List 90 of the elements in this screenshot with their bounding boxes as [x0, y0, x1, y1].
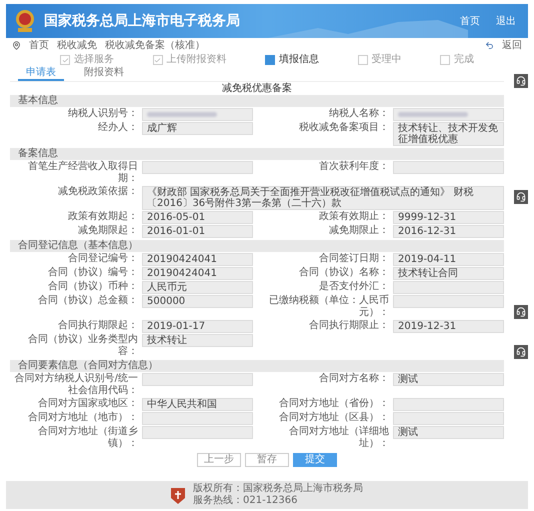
field-label: 合同对方纳税人识别号/统一社会信用代码： — [14, 373, 138, 397]
input-field[interactable]: 20190424041 — [142, 267, 253, 280]
field-label: 合同对方地址（街道乡镇）： — [37, 426, 138, 450]
field-label: 首次获利年度： — [318, 161, 389, 173]
support-button[interactable] — [514, 74, 528, 88]
field-label: 首笔生产经营收入取得日期： — [27, 161, 138, 185]
input-field[interactable]: 测试 — [393, 373, 504, 386]
input-field[interactable] — [393, 295, 504, 308]
field-label: 合同对方地址（地市）： — [27, 412, 138, 424]
field-label: 合同签订日期： — [318, 253, 389, 265]
section-header: 合同要素信息（合同对方信息） — [10, 360, 504, 372]
step-label: 选择服务 — [74, 54, 114, 66]
input-field[interactable] — [142, 412, 253, 425]
support-button[interactable] — [514, 190, 528, 204]
footer-text: 版权所有：国家税务总局上海市税务局 — [193, 483, 363, 494]
field-label: 合同执行期限起： — [57, 320, 138, 332]
step-label: 完成 — [454, 54, 474, 66]
site-title: 国家税务总局上海市电子税务局 — [44, 12, 240, 30]
section-header: 基本信息 — [10, 95, 504, 107]
input-field[interactable]: 2016-12-31 — [393, 225, 504, 238]
field-label: 合同执行期限止： — [308, 320, 389, 332]
input-field[interactable] — [393, 161, 504, 174]
input-field[interactable]: 技术转让 — [142, 334, 253, 347]
input-field[interactable] — [142, 373, 253, 386]
redacted-value-icon — [147, 112, 217, 117]
breadcrumb-link[interactable]: 首页 — [29, 40, 49, 52]
input-field[interactable]: 中华人民共和国 — [142, 398, 253, 411]
field-label: 合同对方地址（详细地址）： — [288, 426, 389, 450]
back-icon — [485, 41, 494, 50]
input-field[interactable] — [393, 412, 504, 425]
field-label: 合同（协议）业务类型内容： — [27, 334, 138, 358]
field-label: 合同（协议）币种： — [47, 281, 138, 293]
back-link[interactable]: 返回 — [502, 40, 522, 52]
input-field[interactable]: 20190424041 — [142, 253, 253, 266]
input-field[interactable] — [142, 426, 253, 439]
field-label: 合同对方国家或地区： — [37, 398, 138, 410]
support-button[interactable] — [514, 305, 528, 319]
field-label: 减免税政策依据： — [57, 186, 138, 198]
input-field[interactable]: 成广辉 — [142, 122, 253, 135]
form-title: 减免税优惠备案 — [221, 82, 293, 95]
field-label: 政策有效期起： — [67, 211, 138, 223]
field-label: 已缴纳税额（单位：人民币元）： — [268, 295, 389, 319]
support-button[interactable] — [514, 345, 528, 359]
input-field[interactable] — [142, 108, 253, 121]
input-field[interactable]: 技术转让合同 — [393, 267, 504, 280]
field-label: 减免期限止： — [328, 225, 389, 237]
step-label: 填报信息 — [279, 54, 319, 66]
input-field[interactable]: 2016-01-01 — [142, 225, 253, 238]
input-field[interactable]: 《财政部 国家税务总局关于全面推开营业税改征增值税试点的通知》 财税〔2016〕36号附件3第一条第（二十六）款 — [142, 186, 504, 210]
field-label: 纳税人识别号： — [67, 108, 138, 120]
step-label: 受理中 — [372, 54, 402, 66]
form-button[interactable]: 上一步 — [197, 453, 241, 467]
field-label: 合同对方地址（省份）： — [278, 398, 389, 410]
input-field[interactable] — [393, 281, 504, 294]
input-field[interactable]: 2019-12-31 — [393, 320, 504, 333]
redacted-value-icon — [398, 112, 468, 117]
section-header: 合同登记信息（基本信息） — [10, 240, 504, 252]
input-field[interactable] — [393, 108, 504, 121]
location-icon — [12, 41, 21, 50]
field-label: 政策有效期止： — [318, 211, 389, 223]
tab[interactable]: 附报资料 — [76, 67, 132, 81]
emblem-icon — [14, 9, 36, 33]
field-label: 是否支付外汇： — [318, 281, 389, 293]
breadcrumb-link[interactable]: 税收减免备案（核准） — [105, 40, 205, 52]
form-button[interactable]: 暂存 — [245, 453, 289, 467]
shield-emblem-icon — [171, 486, 185, 504]
input-field[interactable]: 500000 — [142, 295, 253, 308]
field-label: 合同（协议）名称： — [298, 267, 389, 279]
input-field[interactable]: 人民币元 — [142, 281, 253, 294]
input-field[interactable]: 测试 — [393, 426, 504, 439]
field-label: 合同（协议）编号： — [47, 267, 138, 279]
input-field[interactable] — [393, 398, 504, 411]
field-label: 合同对方地址（区县）： — [278, 412, 389, 424]
field-label: 减免期限起： — [77, 225, 138, 237]
footer-text: 服务热线：021-12366 — [193, 495, 299, 507]
field-label: 纳税人名称： — [328, 108, 389, 120]
field-label: 合同对方名称： — [318, 373, 389, 385]
field-label: 合同（协议）总金额： — [37, 295, 138, 307]
field-label: 合同登记编号： — [67, 253, 138, 265]
input-field[interactable]: 2016-05-01 — [142, 211, 253, 224]
input-field[interactable] — [142, 161, 253, 174]
input-field[interactable]: 9999-12-31 — [393, 211, 504, 224]
field-label: 税收减免备案项目： — [298, 122, 389, 134]
input-field[interactable]: 技术转让、技术开发免征增值税优惠 — [393, 122, 504, 146]
breadcrumb-link[interactable]: 税收减免 — [57, 40, 97, 52]
section-header: 备案信息 — [10, 148, 504, 160]
input-field[interactable]: 2019-04-11 — [393, 253, 504, 266]
input-field[interactable]: 2019-01-17 — [142, 320, 253, 333]
step-label: 上传附报资料 — [166, 54, 226, 66]
field-label: 经办人： — [97, 122, 138, 134]
